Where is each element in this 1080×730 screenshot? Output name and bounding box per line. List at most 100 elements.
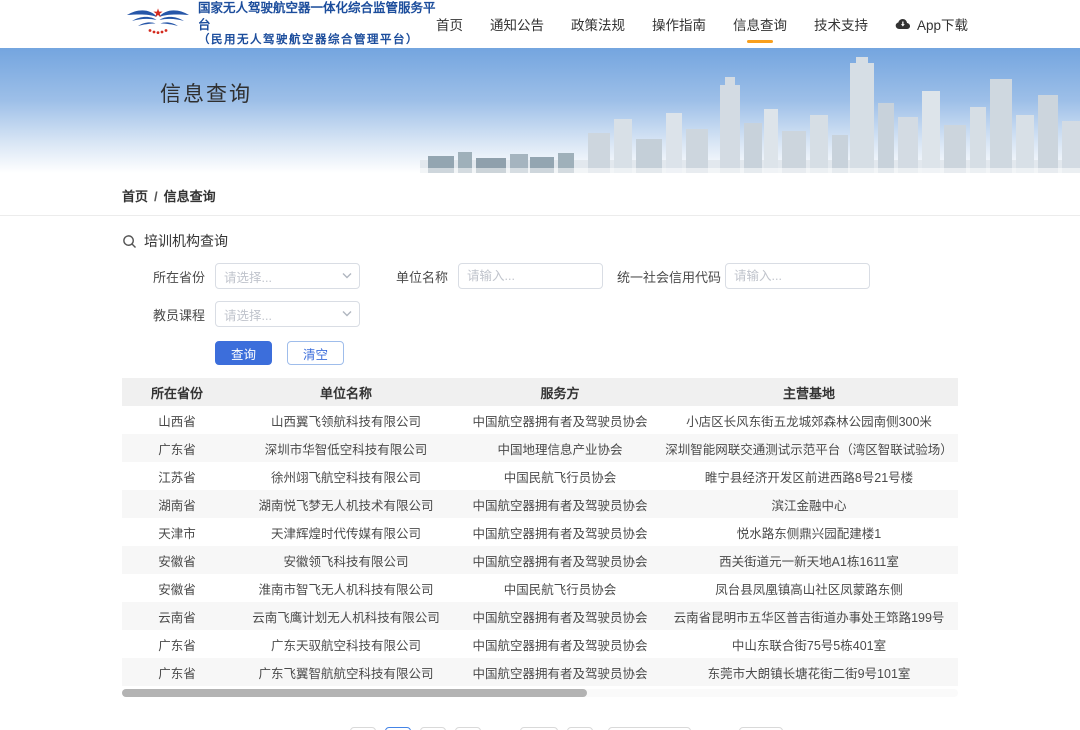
clear-button[interactable]: 清空 bbox=[287, 341, 344, 365]
section-title-label: 培训机构查询 bbox=[144, 231, 228, 251]
nav-home[interactable]: 首页 bbox=[436, 8, 463, 40]
cell-unit: 深圳市华智低空科技有限公司 bbox=[232, 434, 460, 462]
course-select-placeholder: 请选择... bbox=[224, 305, 272, 324]
table-row: 湖南省 湖南悦飞梦无人机技术有限公司 中国航空器拥有者及驾驶员协会 滨江金融中心 bbox=[122, 490, 958, 518]
cell-unit: 云南飞鹰计划无人机科技有限公司 bbox=[232, 602, 460, 630]
unit-name-input[interactable] bbox=[458, 263, 603, 289]
cell-service: 中国航空器拥有者及驾驶员协会 bbox=[460, 490, 660, 518]
cloud-download-icon bbox=[895, 18, 912, 30]
cell-service: 中国航空器拥有者及驾驶员协会 bbox=[460, 630, 660, 658]
search-form-row-1: 所在省份 请选择... 单位名称 统一社会信用代码 bbox=[122, 263, 1080, 289]
table-row: 安徽省 安徽领飞科技有限公司 中国航空器拥有者及驾驶员协会 西关街道元一新天地A… bbox=[122, 546, 958, 574]
cell-base: 西关街道元一新天地A1栋1611室 bbox=[660, 546, 958, 574]
cell-province: 江苏省 bbox=[122, 462, 232, 490]
cell-service: 中国民航飞行员协会 bbox=[460, 574, 660, 602]
results-table-wrap: 所在省份 单位名称 服务方 主营基地 山西省 山西翼飞领航科技有限公司 中国航空… bbox=[122, 378, 958, 686]
cell-unit: 广东飞翼智航航空科技有限公司 bbox=[232, 658, 460, 686]
credit-code-input[interactable] bbox=[725, 263, 870, 289]
nav-policies[interactable]: 政策法规 bbox=[571, 8, 625, 40]
table-row: 山西省 山西翼飞领航科技有限公司 中国航空器拥有者及驾驶员协会 小店区长风东街五… bbox=[122, 406, 958, 434]
search-form-row-2: 教员课程 请选择... bbox=[122, 301, 1080, 327]
cell-province: 云南省 bbox=[122, 602, 232, 630]
nav-notices[interactable]: 通知公告 bbox=[490, 8, 544, 40]
cell-base: 东莞市大朗镇长塘花街二街9号101室 bbox=[660, 658, 958, 686]
col-header-service: 服务方 bbox=[460, 378, 660, 406]
table-row: 天津市 天津辉煌时代传媒有限公司 中国航空器拥有者及驾驶员协会 悦水路东侧鼎兴园… bbox=[122, 518, 958, 546]
table-row: 广东省 广东飞翼智航航空科技有限公司 中国航空器拥有者及驾驶员协会 东莞市大朗镇… bbox=[122, 658, 958, 686]
nav-support[interactable]: 技术支持 bbox=[814, 8, 868, 40]
chevron-down-icon bbox=[342, 273, 352, 280]
table-row: 安徽省 淮南市智飞无人机科技有限公司 中国民航飞行员协会 凤台县凤凰镇高山社区凤… bbox=[122, 574, 958, 602]
cell-province: 广东省 bbox=[122, 434, 232, 462]
top-header: ★ 国家无人驾驶航空器一体化综合监管服务平台 （民用无人驾驶航空器综合管理平台）… bbox=[0, 0, 1080, 48]
nav-info-query[interactable]: 信息查询 bbox=[733, 8, 787, 40]
caac-wings-logo: ★ bbox=[126, 4, 190, 44]
cell-base: 小店区长风东街五龙城郊森林公园南侧300米 bbox=[660, 406, 958, 434]
province-select[interactable]: 请选择... bbox=[215, 263, 360, 289]
credit-code-field bbox=[725, 263, 870, 289]
cell-base: 中山东联合街75号5栋401室 bbox=[660, 630, 958, 658]
table-row: 江苏省 徐州翊飞航空科技有限公司 中国民航飞行员协会 睢宁县经济开发区前进西路8… bbox=[122, 462, 958, 490]
cell-service: 中国航空器拥有者及驾驶员协会 bbox=[460, 658, 660, 686]
page-banner: 信息查询 bbox=[0, 48, 1080, 173]
cell-unit: 广东天驭航空科技有限公司 bbox=[232, 630, 460, 658]
nav-guides[interactable]: 操作指南 bbox=[652, 8, 706, 40]
course-select[interactable]: 请选择... bbox=[215, 301, 360, 327]
cell-province: 广东省 bbox=[122, 630, 232, 658]
cell-base: 云南省昆明市五华区普吉街道办事处王筇路199号 bbox=[660, 602, 958, 630]
search-buttons: 查询 清空 bbox=[215, 341, 1080, 365]
cell-service: 中国民航飞行员协会 bbox=[460, 462, 660, 490]
cell-base: 滨江金融中心 bbox=[660, 490, 958, 518]
chevron-down-icon bbox=[342, 311, 352, 318]
query-button[interactable]: 查询 bbox=[215, 341, 272, 365]
col-header-unit: 单位名称 bbox=[232, 378, 460, 406]
province-field: 请选择... bbox=[215, 263, 360, 289]
province-select-placeholder: 请选择... bbox=[224, 267, 272, 286]
table-header-row: 所在省份 单位名称 服务方 主营基地 bbox=[122, 378, 958, 406]
col-header-base: 主营基地 bbox=[660, 378, 958, 406]
unit-name-label: 单位名称 bbox=[396, 267, 448, 286]
cell-province: 安徽省 bbox=[122, 546, 232, 574]
cell-service: 中国航空器拥有者及驾驶员协会 bbox=[460, 518, 660, 546]
cell-unit: 湖南悦飞梦无人机技术有限公司 bbox=[232, 490, 460, 518]
cell-service: 中国地理信息产业协会 bbox=[460, 434, 660, 462]
section-title: 培训机构查询 bbox=[122, 231, 1080, 251]
banner-title: 信息查询 bbox=[160, 78, 252, 108]
credit-code-label: 统一社会信用代码 bbox=[617, 267, 715, 286]
cell-base: 悦水路东侧鼎兴园配建楼1 bbox=[660, 518, 958, 546]
cell-province: 广东省 bbox=[122, 658, 232, 686]
cell-unit: 山西翼飞领航科技有限公司 bbox=[232, 406, 460, 434]
cell-service: 中国航空器拥有者及驾驶员协会 bbox=[460, 546, 660, 574]
results-table: 所在省份 单位名称 服务方 主营基地 山西省 山西翼飞领航科技有限公司 中国航空… bbox=[122, 378, 958, 686]
breadcrumb-home[interactable]: 首页 bbox=[122, 189, 148, 204]
province-label: 所在省份 bbox=[122, 267, 205, 286]
course-label: 教员课程 bbox=[122, 305, 205, 324]
horizontal-scrollbar-track[interactable] bbox=[122, 689, 958, 697]
unit-name-field bbox=[458, 263, 603, 289]
cell-base: 深圳智能网联交通测试示范平台（湾区智联试验场） bbox=[660, 434, 958, 462]
cell-province: 湖南省 bbox=[122, 490, 232, 518]
platform-title: 国家无人驾驶航空器一体化综合监管服务平台 （民用无人驾驶航空器综合管理平台） bbox=[198, 0, 436, 47]
horizontal-scrollbar-thumb[interactable] bbox=[122, 689, 587, 697]
main-nav: 首页 通知公告 政策法规 操作指南 信息查询 技术支持 App下载 bbox=[436, 8, 968, 40]
app-download-label: App下载 bbox=[917, 14, 968, 34]
cell-service: 中国航空器拥有者及驾驶员协会 bbox=[460, 406, 660, 434]
cell-unit: 天津辉煌时代传媒有限公司 bbox=[232, 518, 460, 546]
platform-title-line1: 国家无人驾驶航空器一体化综合监管服务平台 bbox=[198, 0, 436, 33]
course-field: 请选择... bbox=[215, 301, 360, 327]
app-download-link[interactable]: App下载 bbox=[895, 14, 968, 34]
table-row: 云南省 云南飞鹰计划无人机科技有限公司 中国航空器拥有者及驾驶员协会 云南省昆明… bbox=[122, 602, 958, 630]
cell-base: 凤台县凤凰镇高山社区凤蒙路东侧 bbox=[660, 574, 958, 602]
platform-title-line2: （民用无人驾驶航空器综合管理平台） bbox=[198, 33, 436, 48]
svg-text:★: ★ bbox=[153, 6, 164, 20]
cell-province: 天津市 bbox=[122, 518, 232, 546]
city-skyline bbox=[420, 55, 1080, 173]
cell-unit: 淮南市智飞无人机科技有限公司 bbox=[232, 574, 460, 602]
breadcrumb: 首页 / 信息查询 bbox=[0, 173, 1080, 216]
cell-base: 睢宁县经济开发区前进西路8号21号楼 bbox=[660, 462, 958, 490]
breadcrumb-current: 信息查询 bbox=[164, 189, 216, 204]
breadcrumb-separator: / bbox=[154, 189, 158, 204]
cell-province: 安徽省 bbox=[122, 574, 232, 602]
cell-province: 山西省 bbox=[122, 406, 232, 434]
search-icon bbox=[122, 234, 137, 249]
